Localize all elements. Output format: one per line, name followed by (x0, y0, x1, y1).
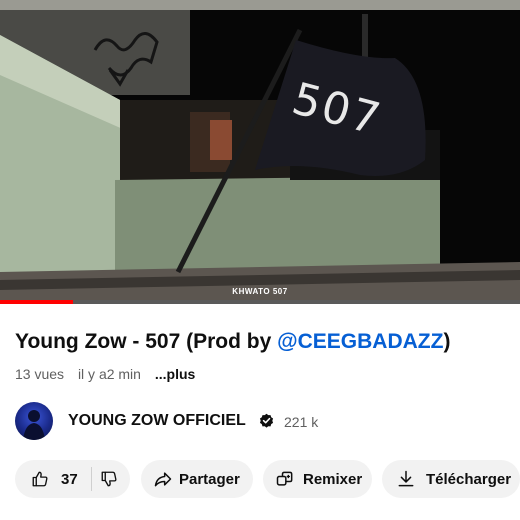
remix-icon (275, 469, 295, 489)
channel-row[interactable]: YOUNG ZOW OFFICIEL 221 k (15, 402, 515, 442)
download-label: Télécharger (426, 470, 512, 488)
video-meta[interactable]: 13 vues il y a2 min ...plus (15, 366, 205, 382)
upload-time: il y a2 min (77, 366, 141, 382)
like-dislike-pill: 37 (15, 460, 130, 498)
like-button[interactable]: 37 (31, 470, 78, 488)
subscriber-count: 221 k (284, 414, 319, 430)
remix-label: Remixer (303, 470, 363, 488)
title-mention-link[interactable]: @CEEGBADAZZ (277, 330, 443, 353)
thumbs-down-icon (101, 471, 117, 487)
avatar-figure-icon (23, 410, 45, 440)
share-arrow-icon (153, 469, 173, 489)
download-button[interactable]: Télécharger (382, 460, 520, 498)
dislike-button[interactable] (100, 470, 118, 488)
title-main: Young Zow - 507 (Prod by (15, 330, 278, 353)
channel-name[interactable]: YOUNG ZOW OFFICIEL (68, 412, 246, 430)
like-divider (90, 467, 92, 491)
share-button[interactable]: Partager (141, 460, 253, 498)
avatar[interactable] (15, 402, 53, 440)
view-count: 13 vues (15, 366, 65, 382)
video-frame (0, 0, 520, 304)
remix-button[interactable]: Remixer (263, 460, 372, 498)
verified-badge-icon (259, 413, 274, 433)
more-link[interactable]: ...plus (155, 366, 195, 382)
download-icon (396, 469, 416, 489)
thumbs-up-icon (32, 471, 48, 487)
share-label: Partager (179, 470, 240, 488)
like-count: 37 (61, 470, 78, 488)
video-title[interactable]: Young Zow - 507 (Prod by @CEEGBADAZZ) (15, 330, 450, 354)
action-bar: 37 Partager Remixer Télécharger (15, 460, 520, 498)
video-player[interactable]: 507 KHWATO 507 (0, 0, 520, 304)
video-caption: KHWATO 507 (232, 287, 288, 296)
title-close: ) (443, 330, 451, 353)
